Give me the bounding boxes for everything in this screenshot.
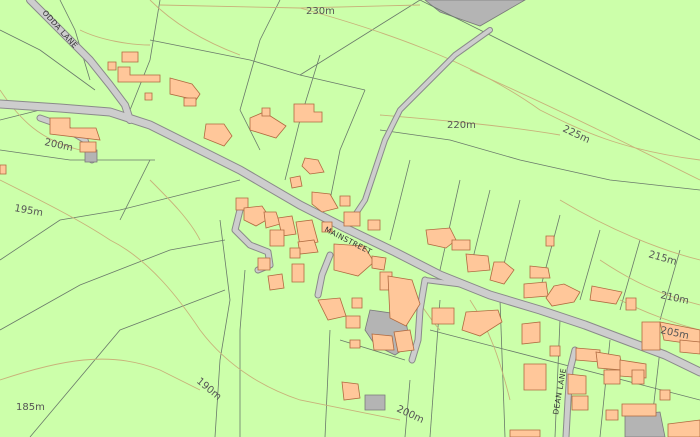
contour-label-230: 230m — [306, 6, 335, 17]
contour-label-185: 185m — [16, 402, 45, 413]
contour-label-220: 220m — [447, 120, 476, 131]
map-canvas[interactable]: ODDA LANE MAINSTREET DEAN LANE 230m 225m… — [0, 0, 700, 437]
map-svg: ODDA LANE MAINSTREET DEAN LANE 230m 225m… — [0, 0, 700, 437]
